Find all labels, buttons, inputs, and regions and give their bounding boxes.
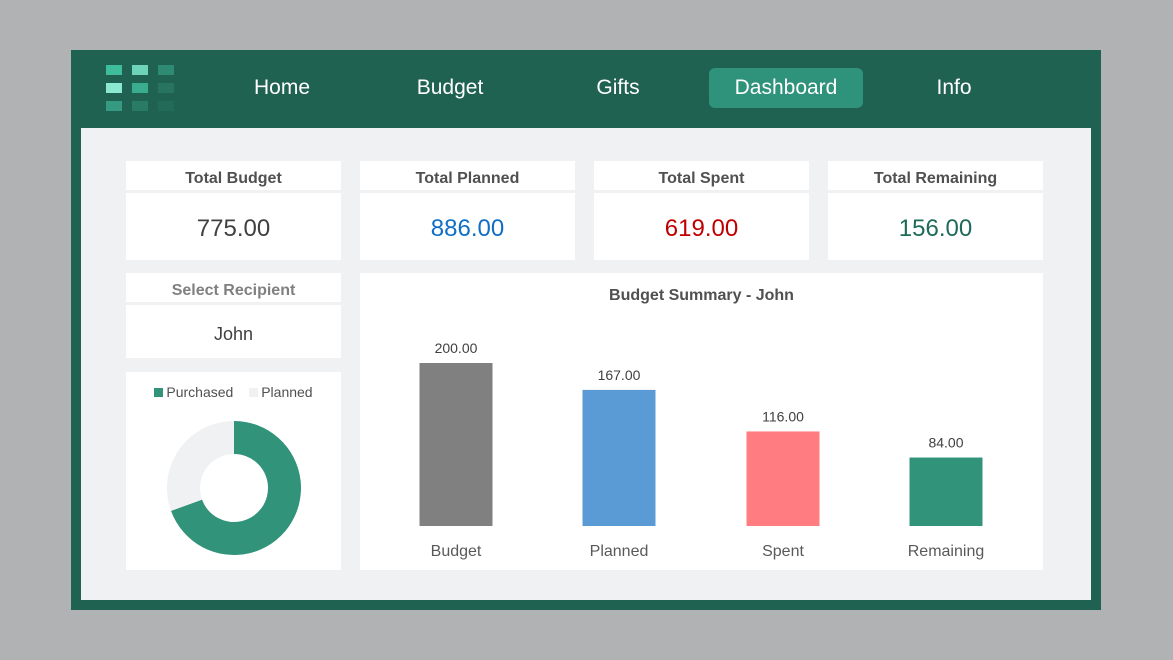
bar-chart-card: Budget Summary - John 200.00 Budget 167.00… [360, 273, 1043, 570]
data-label: 84.00 [928, 435, 963, 451]
data-label: 116.00 [762, 408, 804, 424]
kpi-value: 886.00 [430, 215, 505, 242]
data-label: 167.00 [598, 367, 641, 383]
recipient-title: Select Recipient [126, 273, 341, 305]
kpi-value: 775.00 [196, 215, 271, 242]
dashboard-panel: Total Budget 775.00 Total Planned 886.00… [81, 128, 1091, 600]
donut-chart-card: Purchased Planned [126, 372, 341, 570]
recipient-value[interactable]: John [126, 308, 341, 358]
recipient-selector: Select Recipient John [126, 273, 341, 358]
kpi-title: Total Planned [360, 161, 575, 193]
kpi-title: Total Remaining [828, 161, 1043, 193]
kpi-value: 619.00 [664, 215, 739, 242]
bar-remaining [909, 457, 983, 526]
nav-gifts[interactable]: Gifts [541, 68, 695, 108]
kpi-total-spent: Total Spent 619.00 [594, 161, 809, 260]
app-frame: Home Budget Gifts Dashboard Info Total B… [71, 50, 1101, 610]
kpi-title: Total Spent [594, 161, 809, 193]
category-label: Remaining [908, 543, 984, 560]
category-label: Planned [590, 543, 649, 560]
kpi-value: 156.00 [898, 215, 973, 242]
bar-spent [746, 431, 820, 526]
data-label: 200.00 [435, 340, 478, 356]
bar-budget [419, 363, 493, 526]
kpi-title: Total Budget [126, 161, 341, 193]
nav-home[interactable]: Home [205, 68, 359, 108]
donut-slice-planned [167, 421, 234, 511]
bar-chart: 200.00 Budget 167.00 Planned 116.00 Spent 84.0… [419, 340, 984, 560]
bar-planned [582, 389, 656, 526]
nav-info[interactable]: Info [877, 68, 1031, 108]
nav-budget[interactable]: Budget [373, 68, 527, 108]
kpi-total-planned: Total Planned 886.00 [360, 161, 575, 260]
donut-chart [167, 421, 301, 555]
category-label: Spent [762, 543, 804, 560]
nav-dashboard[interactable]: Dashboard [709, 68, 863, 108]
kpi-total-remaining: Total Remaining 156.00 [828, 161, 1043, 260]
kpi-total-budget: Total Budget 775.00 [126, 161, 341, 260]
category-label: Budget [431, 543, 482, 560]
grid-logo-icon[interactable] [106, 65, 176, 113]
